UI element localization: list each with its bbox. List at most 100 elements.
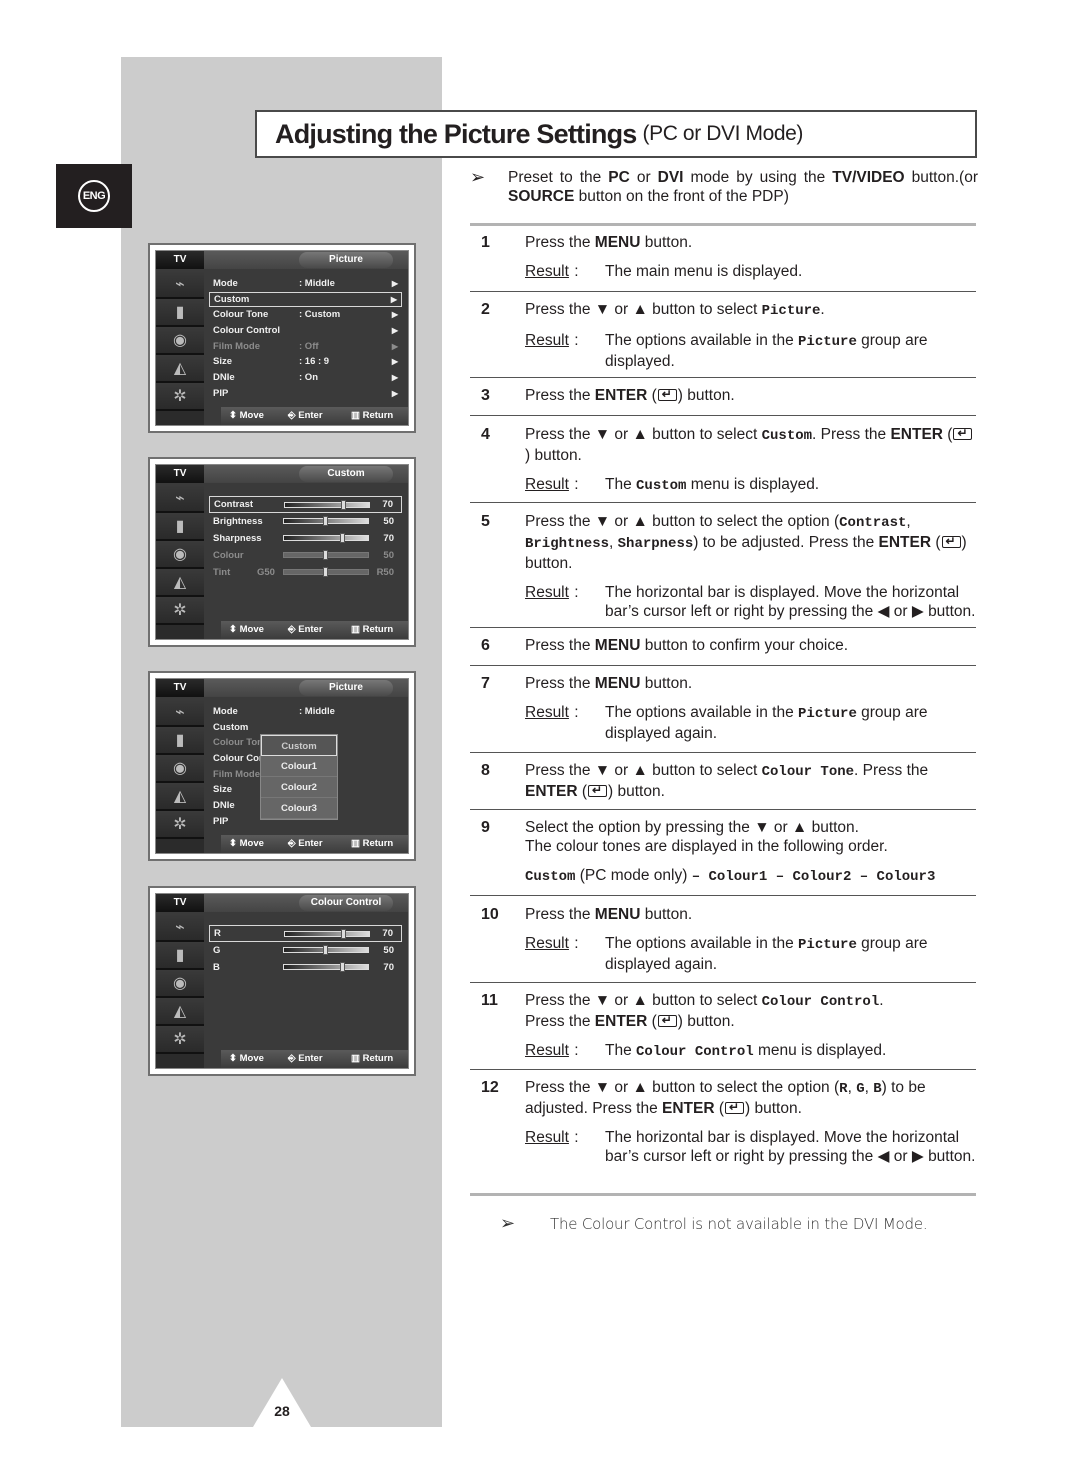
slider-label: Contrast [214, 499, 254, 510]
osd-slider-row[interactable]: Tint G50 R50 [209, 564, 402, 581]
step-number: 12 [481, 1079, 499, 1096]
slider-knob[interactable] [339, 533, 345, 543]
move-hint: ⬍ Move [229, 1053, 264, 1064]
step-number: 2 [481, 301, 490, 318]
slider-knob[interactable] [340, 500, 346, 510]
dropdown-option[interactable]: Colour1 [261, 756, 337, 777]
osd-item-label: Colour Control [213, 325, 281, 337]
step-text: Select the option by pressing the ▼ or ▲… [525, 819, 888, 855]
step-result: Result: The Custom menu is displayed. [525, 476, 820, 494]
osd-item-label: Colour Tone [213, 309, 269, 321]
result-text: The options available in the Picture gro… [605, 332, 928, 370]
channel-icon[interactable]: ◭ [156, 783, 204, 811]
divider [470, 665, 976, 666]
sound-icon[interactable]: ◉ [156, 755, 204, 783]
step-item: 2 Press the ▼ or ▲ button to select Pictu… [470, 300, 976, 371]
dropdown-option[interactable]: Custom [261, 735, 337, 756]
divider [470, 627, 976, 628]
slider-knob[interactable] [323, 550, 328, 560]
osd-slider-row[interactable]: Contrast 70 [209, 496, 402, 513]
chevron-right-icon: ▶ [391, 373, 398, 383]
osd-menu-item[interactable]: Colour Control ▶ [209, 323, 402, 339]
divider [470, 1069, 976, 1070]
setup-icon[interactable]: ✲ [156, 383, 204, 411]
setup-icon[interactable]: ✲ [156, 811, 204, 839]
slider-value: 50 [383, 945, 394, 956]
slider-knob[interactable] [323, 945, 328, 955]
osd-slider-row[interactable]: R 70 [209, 925, 402, 942]
slider-track[interactable] [283, 567, 369, 577]
page-title: Adjusting the Picture Settings (PC or DV… [255, 110, 977, 158]
colour-tone-dropdown[interactable]: Custom Colour1 Colour2 Colour3 [260, 734, 338, 820]
osd-slider-row[interactable]: B 70 [209, 959, 402, 976]
channel-icon[interactable]: ◭ [156, 998, 204, 1026]
osd-item-label: PIP [213, 387, 229, 399]
antenna-icon[interactable]: ⌁ [156, 699, 204, 727]
slider-track[interactable] [284, 500, 370, 510]
osd-menu-item[interactable]: Mode: Middle ▶ [209, 276, 402, 292]
slider-knob[interactable] [339, 962, 345, 972]
slider-track[interactable] [284, 929, 370, 939]
slider-knob[interactable] [323, 567, 328, 577]
slider-track[interactable] [283, 962, 369, 972]
osd-item-label: Film Mode [213, 768, 260, 780]
osd-menu-item[interactable]: Mode: Middle [209, 704, 402, 720]
bottom-note: ➢ The Colour Control is not available in… [500, 1213, 928, 1234]
step-text: Press the MENU button. [525, 906, 693, 923]
osd-slider-row[interactable]: Sharpness 70 [209, 530, 402, 547]
divider [470, 502, 976, 503]
osd-tv-label: TV [156, 251, 204, 269]
chevron-right-icon: ▶ [391, 388, 398, 398]
enter-icon [588, 781, 608, 800]
osd-item-label: Film Mode [213, 340, 260, 352]
slider-track[interactable] [283, 516, 369, 526]
antenna-icon[interactable]: ⌁ [156, 485, 204, 513]
enter-icon [657, 1011, 677, 1030]
slider-track[interactable] [283, 550, 369, 560]
osd-item-label: Size [213, 784, 233, 796]
result-text: The horizontal bar is displayed. Move th… [605, 1129, 976, 1165]
osd-slider-row[interactable]: Colour 50 [209, 547, 402, 564]
slider-value: 70 [383, 962, 394, 973]
osd-slider-row[interactable]: G 50 [209, 942, 402, 959]
dropdown-option[interactable]: Colour3 [261, 798, 337, 819]
osd-menu-item[interactable]: Colour Tone: Custom ▶ [209, 307, 402, 323]
slider-knob[interactable] [323, 516, 328, 526]
picture-icon[interactable]: ▮ [156, 942, 204, 970]
osd-slider-row[interactable]: Brightness 50 [209, 513, 402, 530]
slider-knob[interactable] [340, 929, 346, 939]
setup-icon[interactable]: ✲ [156, 597, 204, 625]
osd-menu-item[interactable]: DNIe: On ▶ [209, 370, 402, 386]
step-number: 3 [481, 387, 490, 404]
channel-icon[interactable]: ◭ [156, 569, 204, 597]
channel-icon[interactable]: ◭ [156, 355, 204, 383]
picture-icon[interactable]: ▮ [156, 513, 204, 541]
osd-picture-menu: TV Picture ⌁ ▮ ◉ ◭ ✲ Mode: Middle ▶ Custom ▶ Col… [148, 243, 416, 433]
sound-icon[interactable]: ◉ [156, 541, 204, 569]
picture-icon[interactable]: ▮ [156, 727, 204, 755]
dropdown-option[interactable]: Colour2 [261, 777, 337, 798]
slider-track[interactable] [283, 533, 369, 543]
sound-icon[interactable]: ◉ [156, 970, 204, 998]
osd-item-label: Mode [213, 278, 238, 289]
osd-menu-item[interactable]: Size: 16 : 9 ▶ [209, 354, 402, 370]
chevron-right-icon: ▶ [390, 294, 397, 304]
antenna-icon[interactable]: ⌁ [156, 271, 204, 299]
osd-item-value: : On [299, 372, 318, 384]
osd-menu-item[interactable]: PIP ▶ [209, 386, 402, 402]
slider-track[interactable] [283, 945, 369, 955]
antenna-icon[interactable]: ⌁ [156, 914, 204, 942]
osd-item-value: : Middle [299, 706, 335, 717]
divider [470, 895, 976, 896]
osd-menu-item[interactable]: Custom ▶ [209, 291, 402, 308]
step-result: Result: The Colour Control menu is displa… [525, 1042, 887, 1060]
step-number: 4 [481, 426, 490, 443]
step-result: Result: The options available in the Pict… [525, 934, 976, 974]
step-result: Result: The horizontal bar is displayed. … [525, 1129, 976, 1165]
osd-menu-item[interactable]: Film Mode: Off ▶ [209, 339, 402, 355]
return-hint: ▥ Return [351, 410, 394, 421]
step-text: Press the ▼ or ▲ button to select Colour… [525, 991, 976, 1031]
sound-icon[interactable]: ◉ [156, 327, 204, 355]
setup-icon[interactable]: ✲ [156, 1026, 204, 1054]
picture-icon[interactable]: ▮ [156, 299, 204, 327]
